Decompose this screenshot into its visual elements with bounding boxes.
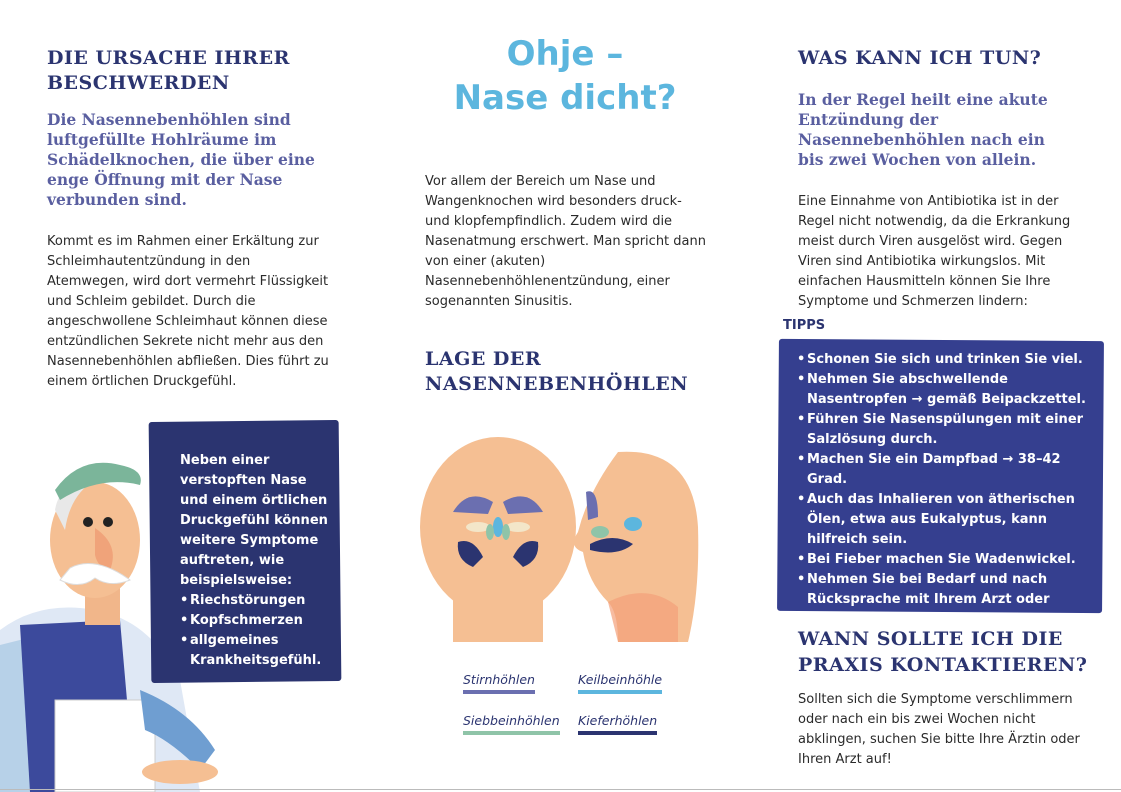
symptoms-list: Riechstörungen Kopfschmerzen allgemeines… [180, 591, 330, 671]
title-line-1: Ohje – [506, 34, 624, 74]
contact-body: Sollten sich die Symptome verschlimmern … [798, 692, 1080, 767]
symptoms-box-text: Neben einer verstopften Nase und einem ö… [180, 451, 330, 671]
bottom-divider [0, 789, 1121, 790]
tip-item: Führen Sie Nasenspülungen mit einer Salz… [797, 410, 1092, 450]
tip-item: Auch das Inhalieren von ätherischen Ölen… [797, 490, 1092, 550]
left-lead: Die Nasennebenhöhlen sind luftgefüllte H… [47, 110, 315, 209]
tip-item: Machen Sie ein Dampfbad → 38–42 Grad. [797, 450, 1092, 490]
page-title: Ohje – Nase dicht? [430, 32, 700, 120]
sinus-illustration [420, 437, 699, 642]
title-line-2: Nase dicht? [453, 78, 677, 118]
right-body: Eine Einnahme von Antibiotika ist in der… [798, 194, 1071, 309]
right-lead: In der Regel heilt eine akute Entzündung… [798, 90, 1048, 169]
tip-item: Nehmen Sie abschwellende Nasentropfen → … [797, 370, 1092, 410]
legend-kieferhoehlen: Kieferhöhlen [578, 713, 658, 735]
legend-siebbeinhoehlen: Siebbeinhöhlen [463, 713, 560, 735]
right-heading: WAS KANN ICH TUN? [798, 47, 1042, 69]
tips-list: Schonen Sie sich und trinken Sie viel. N… [797, 350, 1092, 650]
tip-item: Bei Fieber machen Sie Wadenwickel. [797, 550, 1092, 570]
symptom-item: Riechstörungen [180, 591, 330, 611]
legend-stirnhoehlen: Stirnhöhlen [463, 672, 535, 694]
symptom-item: allgemeines Krankheitsgefühl. [180, 631, 330, 671]
left-heading: DIE URSACHE IHRER BESCHWERDEN [47, 47, 290, 94]
tips-label: TIPPS [783, 318, 826, 333]
legend-keilbeinhoehle: Keilbeinhöhle [578, 672, 663, 694]
symptoms-intro: Neben einer verstopften Nase und einem ö… [180, 453, 328, 588]
contact-heading: WANN SOLLTE ICH DIE PRAXIS KONTAKTIEREN? [798, 628, 1088, 676]
symptom-item: Kopfschmerzen [180, 611, 330, 631]
middle-body: Vor allem der Bereich um Nase und Wangen… [425, 174, 706, 309]
middle-heading: LAGE DER NASENNEBENHÖHLEN [425, 348, 689, 395]
left-body: Kommt es im Rahmen einer Erkältung zur S… [47, 234, 329, 389]
tip-item: Schonen Sie sich und trinken Sie viel. [797, 350, 1092, 370]
